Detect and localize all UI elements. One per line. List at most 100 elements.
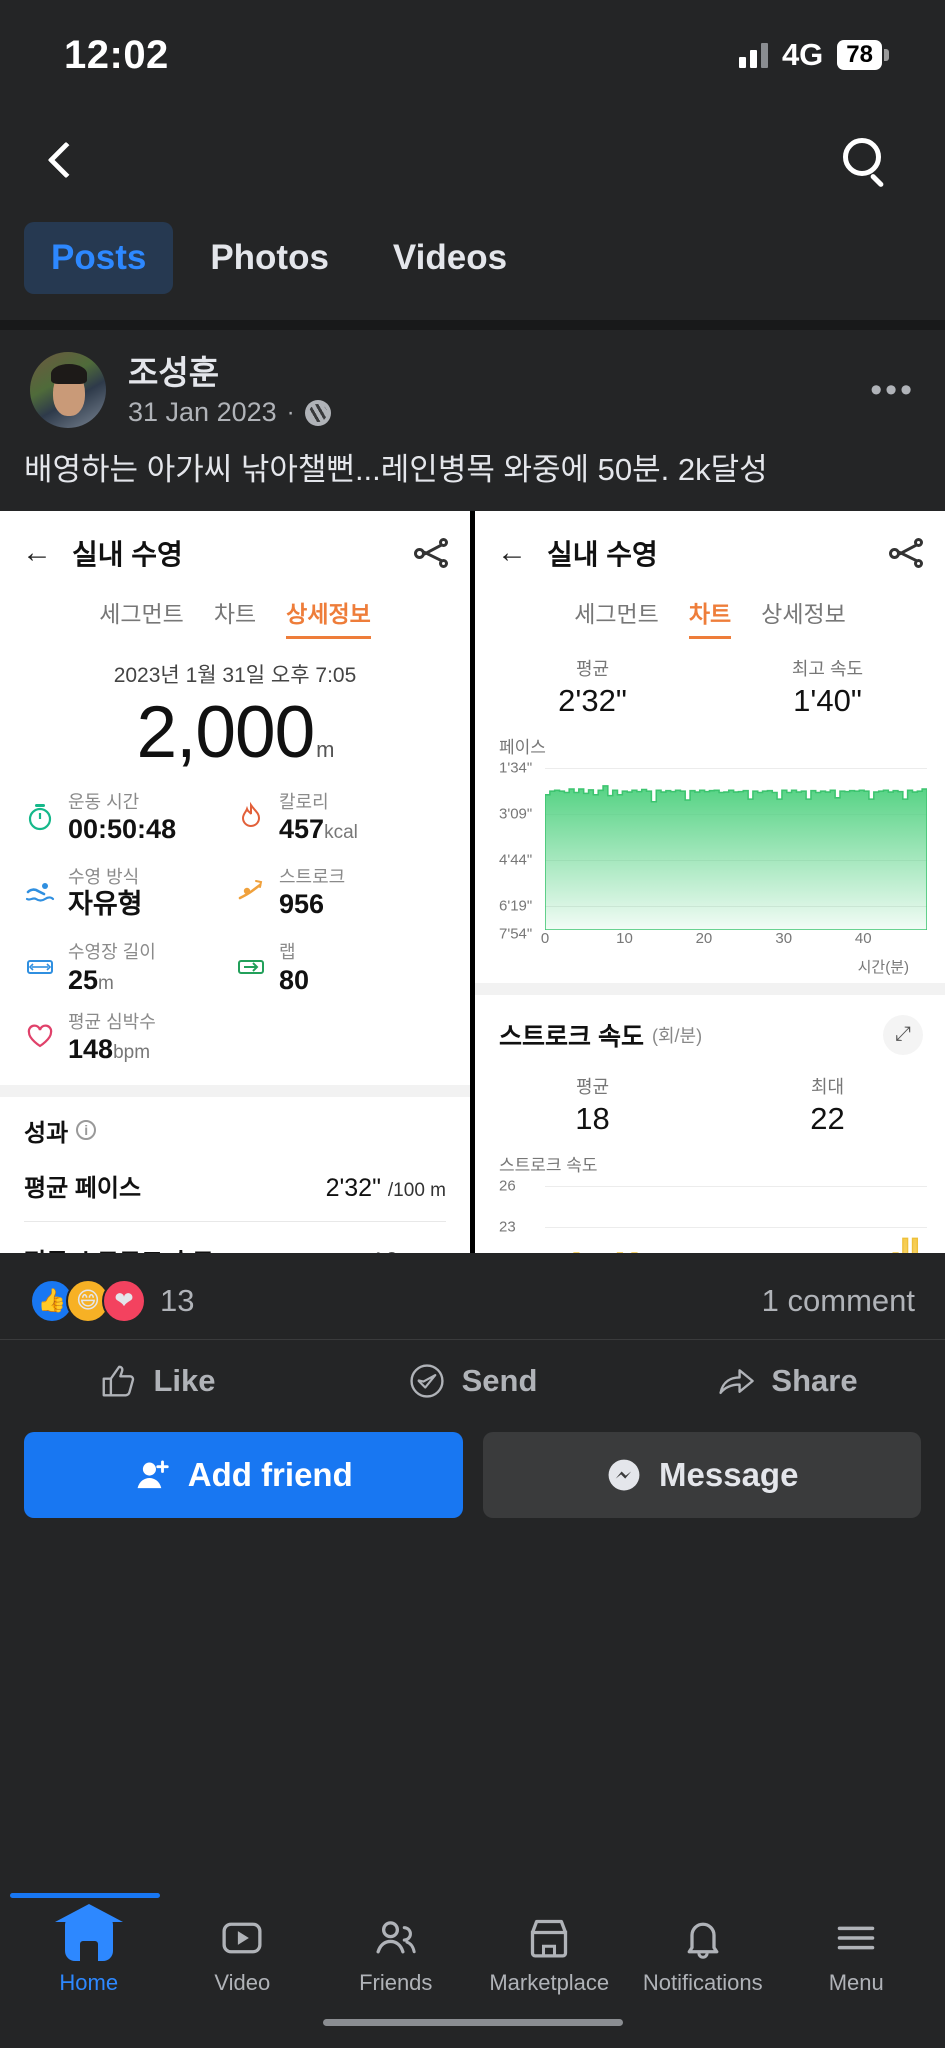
distance-number: 2,000 [136, 691, 315, 773]
home-icon [64, 1914, 113, 1962]
distance-value: 2,000m [0, 691, 470, 774]
tab-photos[interactable]: Photos [183, 222, 356, 294]
comment-count[interactable]: 1 comment [762, 1283, 915, 1319]
tab-posts[interactable]: Posts [24, 222, 174, 294]
pace-chart: 페이스 1'34" 3'09" 4'44" 6'19" 7'54" 0 10 2… [475, 719, 945, 983]
nav-label: Notifications [642, 1970, 763, 1995]
stroke-card-title: 스트로크 속도 [499, 1022, 644, 1051]
share-button[interactable]: Share [630, 1340, 945, 1422]
row-value: 18 회/분 [371, 1248, 446, 1253]
post-action-bar: Like Send Share [0, 1338, 945, 1422]
x-tick: 20 [695, 929, 713, 947]
more-options-icon[interactable]: ••• [870, 371, 915, 410]
menu-icon [832, 1914, 880, 1962]
performance-title: 성과 i [24, 1113, 446, 1148]
y-tick: 3'09" [499, 805, 533, 823]
bottom-nav-menu[interactable]: Menu [780, 1914, 934, 1996]
post-text: 배영하는 아가씨 낚아챌뻔...레인병목 와중에 50분. 2k달성 [24, 452, 768, 488]
arrow-left-icon: ← [497, 535, 527, 569]
stat-label: 수영장 길이 [68, 942, 156, 963]
post-attachment-images[interactable]: ← 실내 수영 세그먼트 차트 상세정보 2023년 1월 31일 오후 7:0… [0, 510, 945, 1253]
performance-title-label: 성과 [24, 1119, 69, 1147]
stroke-series [545, 1180, 927, 1253]
expand-icon[interactable]: ⤢ [883, 1014, 923, 1055]
performance-row: 평균 스트로크 속도 18 회/분 [24, 1222, 446, 1253]
nav-label: Home [59, 1970, 119, 1995]
performance-section: 성과 i 평균 페이스 2'32" /100 m 평균 스트로크 속도 18 회… [0, 1097, 470, 1253]
right-tab-segment[interactable]: 세그먼트 [574, 595, 659, 639]
status-time: 12:02 [64, 32, 169, 77]
post-card: 조성훈 31 Jan 2023 · ••• 배영하는 아가씨 낚아챌뻔...레인… [0, 330, 945, 1544]
reaction-summary[interactable]: 👍 😄 ❤ 13 [30, 1278, 194, 1323]
right-shot-tabs: 세그먼트 차트 상세정보 [475, 595, 945, 639]
kpi-label: 최고 속도 [791, 658, 864, 679]
bottom-nav-marketplace[interactable]: Marketplace [473, 1914, 627, 1996]
pool-length-icon [24, 950, 56, 982]
profile-action-buttons: Add friend Message [0, 1422, 945, 1544]
share-arrow-icon [717, 1362, 755, 1400]
action-label: Share [771, 1362, 858, 1398]
workout-stat-grid: 운동 시간 00:50:48 칼로리 457kcal 수영 방식 자유형 스트로… [0, 774, 470, 998]
post-author-name[interactable]: 조성훈 [128, 352, 331, 393]
action-label: Send [461, 1362, 538, 1398]
pace-chart-plot-area: 1'34" 3'09" 4'44" 6'19" 7'54" [499, 759, 927, 942]
section-gap [0, 1084, 470, 1097]
nav-label: Friends [359, 1970, 433, 1995]
y-tick: 7'54" [499, 925, 533, 943]
bottom-area: Home Video Friends Marketplace Notificat… [0, 1893, 945, 2048]
stroke-kpis: 평균 18 최대 22 [475, 1073, 945, 1137]
pace-kpis: 평균 2'32" 최고 속도 1'40" [475, 655, 945, 719]
top-nav-bar [0, 110, 945, 210]
back-button[interactable] [30, 128, 94, 192]
stat-label: 수영 방식 [68, 866, 140, 887]
stat-label: 랩 [279, 942, 296, 963]
y-tick: 6'19" [499, 897, 533, 915]
avatar[interactable] [30, 352, 106, 429]
like-button[interactable]: Like [0, 1340, 315, 1422]
send-button[interactable]: Send [315, 1340, 630, 1422]
stat-label: 스트로크 [279, 866, 346, 887]
bottom-nav-video[interactable]: Video [166, 1914, 320, 1996]
globe-icon [304, 399, 331, 426]
stroke-chart-axis-title: 스트로크 속도 [499, 1155, 598, 1175]
y-tick: 26 [499, 1177, 516, 1195]
attachment-left-details[interactable]: ← 실내 수영 세그먼트 차트 상세정보 2023년 1월 31일 오후 7:0… [0, 510, 470, 1253]
status-bar: 12:02 4G 78 [0, 0, 945, 110]
search-button[interactable] [833, 128, 897, 192]
bottom-nav-friends[interactable]: Friends [319, 1914, 473, 1996]
heart-icon [24, 1020, 56, 1052]
message-button[interactable]: Message [482, 1431, 921, 1518]
left-tab-segment[interactable]: 세그먼트 [99, 595, 184, 639]
post-date: 31 Jan 2023 [128, 397, 277, 428]
add-friend-icon [134, 1456, 172, 1494]
stroke-rate-chart: 스트로크 속도 26 23 20 17 14 [475, 1137, 945, 1253]
tab-videos[interactable]: Videos [366, 222, 534, 294]
swimmer-icon [24, 875, 56, 907]
stat-value: 00:50:48 [68, 814, 177, 845]
chevron-left-icon [47, 141, 85, 179]
left-shot-tabs: 세그먼트 차트 상세정보 [0, 595, 470, 639]
arrow-left-icon: ← [22, 535, 52, 569]
pace-chart-x-axis: 0 10 20 30 40 [541, 929, 927, 956]
left-tab-chart[interactable]: 차트 [214, 595, 256, 639]
left-tab-details[interactable]: 상세정보 [286, 595, 371, 639]
attachment-right-charts[interactable]: ← 실내 수영 세그먼트 차트 상세정보 평균 2'32" 최고 속도 1'40… [475, 510, 945, 1253]
x-tick: 30 [775, 929, 793, 947]
stat-value: 956 [279, 889, 325, 920]
x-tick: 10 [616, 929, 633, 947]
add-friend-label: Add friend [187, 1455, 353, 1493]
bottom-nav-home[interactable]: Home [12, 1914, 166, 1996]
stat-swim-style: 수영 방식 자유형 [24, 867, 235, 922]
messenger-send-icon [408, 1362, 446, 1400]
add-friend-button[interactable]: Add friend [24, 1431, 463, 1518]
stat-laps: 랩 80 [235, 942, 446, 997]
right-tab-details[interactable]: 상세정보 [761, 595, 846, 639]
profile-tabs: Posts Photos Videos [0, 210, 945, 320]
distance-unit: m [316, 736, 334, 762]
y-tick: 4'44" [499, 851, 533, 869]
right-tab-chart[interactable]: 차트 [688, 595, 732, 639]
stat-label: 평균 심박수 [68, 1011, 156, 1032]
search-icon [843, 138, 887, 188]
bottom-nav-notifications[interactable]: Notifications [626, 1914, 780, 1996]
info-icon[interactable]: i [76, 1120, 97, 1141]
